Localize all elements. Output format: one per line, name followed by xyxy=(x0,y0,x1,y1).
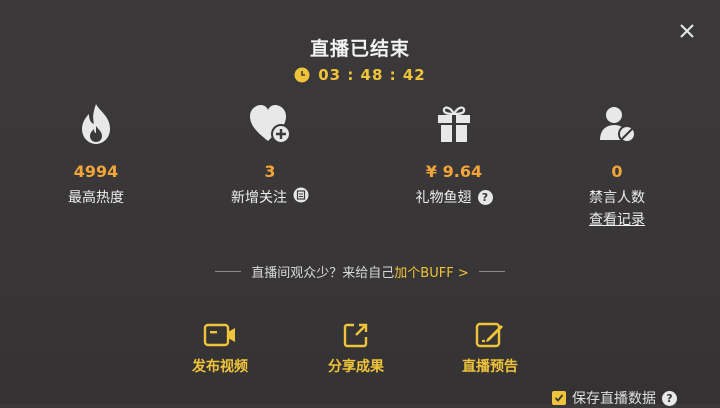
action-label: 发布视频 xyxy=(192,359,248,375)
dialog-title: 直播已结束 xyxy=(309,38,410,60)
fire-icon xyxy=(82,104,110,144)
stats-row: 4994 最高热度 3 新增关注 ¥ 9.64 礼物鱼翅 ? 0 禁言人数 查看… xyxy=(0,100,720,240)
stat-value: 4994 xyxy=(73,162,119,181)
heart-plus-icon xyxy=(250,105,291,144)
view-records-link[interactable]: 查看记录 xyxy=(552,209,682,229)
publish-video-button[interactable]: 发布视频 xyxy=(170,320,270,376)
save-data-option: 保存直播数据 ? xyxy=(552,388,677,408)
stat-new-followers: 3 新增关注 xyxy=(205,100,335,207)
share-icon xyxy=(343,323,368,348)
live-ended-dialog: 直播已结束 03 : 48 : 42 4994 最高热度 3 新增关注 ¥ 9.… xyxy=(0,0,720,407)
stat-max-heat: 4994 最高热度 xyxy=(31,100,161,207)
duration-text: 03 : 48 : 42 xyxy=(318,66,426,84)
action-label: 直播预告 xyxy=(462,359,518,375)
stat-value: 3 xyxy=(264,162,276,181)
stat-label: 禁言人数 xyxy=(589,190,645,206)
divider xyxy=(478,271,505,272)
save-data-checkbox[interactable] xyxy=(552,391,566,405)
live-notice-button[interactable]: 直播预告 xyxy=(440,320,540,376)
divider xyxy=(215,271,242,272)
stat-label: 礼物鱼翅 xyxy=(415,190,472,206)
stat-label: 最高热度 xyxy=(68,190,124,206)
stat-label: 新增关注 xyxy=(231,190,287,206)
live-duration: 03 : 48 : 42 xyxy=(0,66,720,84)
stat-value: ¥ 9.64 xyxy=(425,162,483,181)
mute-user-icon xyxy=(600,107,636,143)
share-results-button[interactable]: 分享成果 xyxy=(306,320,406,376)
promo-banner: 直播间观众少？来给自己加个BUFF > xyxy=(0,262,720,281)
checkmark-icon xyxy=(554,394,564,402)
stat-value: 0 xyxy=(611,162,623,181)
edit-notice-icon xyxy=(475,322,503,348)
save-data-label: 保存直播数据 xyxy=(572,391,656,407)
gift-icon xyxy=(438,106,470,142)
stat-muted-users: 0 禁言人数 查看记录 xyxy=(552,100,682,229)
follower-detail-icon[interactable] xyxy=(293,187,309,207)
help-badge[interactable]: ? xyxy=(662,390,677,406)
add-buff-link[interactable]: 加个BUFF > xyxy=(394,266,468,281)
video-camera-icon xyxy=(203,323,235,347)
clock-icon xyxy=(294,67,310,83)
help-badge[interactable]: ? xyxy=(477,189,493,205)
promo-text: 直播间观众少？来给自己 xyxy=(251,266,395,281)
action-label: 分享成果 xyxy=(328,359,384,375)
stat-gift-fins: ¥ 9.64 礼物鱼翅 ? xyxy=(389,100,519,207)
